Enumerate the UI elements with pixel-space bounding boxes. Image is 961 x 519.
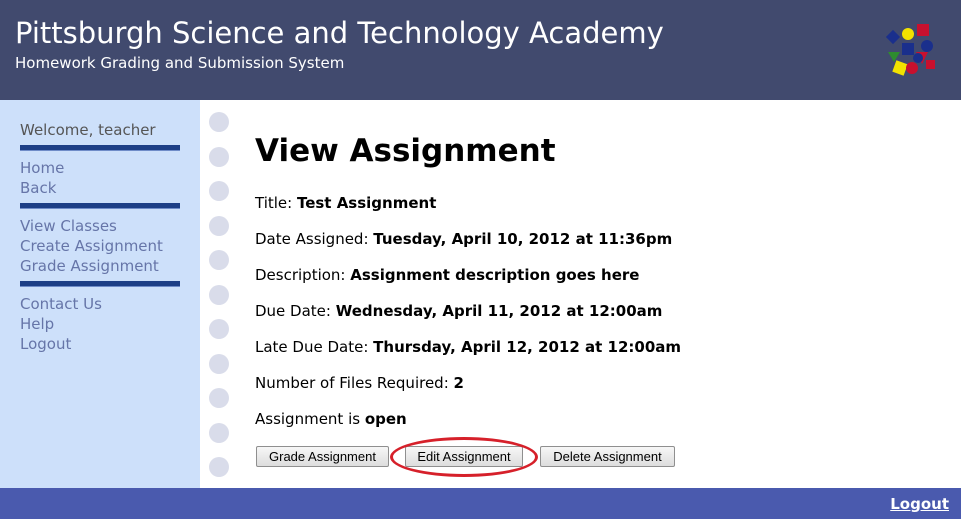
sidebar-divider <box>20 281 180 287</box>
files-required-field: Number of Files Required: 2 <box>255 373 464 393</box>
field-label: Date Assigned: <box>255 230 374 248</box>
date-assigned-field: Date Assigned: Tuesday, April 10, 2012 a… <box>255 229 672 249</box>
shapes-logo-icon <box>885 24 935 76</box>
binder-hole <box>209 216 229 236</box>
main-content: View Assignment Title: Test Assignment D… <box>255 100 945 488</box>
sidebar-divider <box>20 145 180 151</box>
site-subtitle: Homework Grading and Submission System <box>15 54 345 72</box>
binder-hole <box>209 388 229 408</box>
site-footer: Logout <box>0 488 961 519</box>
binder-hole <box>209 250 229 270</box>
sidebar-item-contact-us[interactable]: Contact Us <box>20 294 102 314</box>
binder-hole <box>209 423 229 443</box>
sidebar-item-home[interactable]: Home <box>20 158 64 178</box>
site-title: Pittsburgh Science and Technology Academ… <box>15 16 664 50</box>
sidebar-item-back[interactable]: Back <box>20 178 56 198</box>
binder-hole <box>209 285 229 305</box>
welcome-message: Welcome, teacher <box>20 121 156 139</box>
sidebar-item-view-classes[interactable]: View Classes <box>20 216 117 236</box>
field-label: Due Date: <box>255 302 336 320</box>
binder-hole <box>209 457 229 477</box>
sidebar-item-create-assignment[interactable]: Create Assignment <box>20 236 163 256</box>
binder-hole <box>209 354 229 374</box>
assignment-title-field: Title: Test Assignment <box>255 193 436 213</box>
late-due-date-field: Late Due Date: Thursday, April 12, 2012 … <box>255 337 681 357</box>
notebook-spine <box>200 100 240 488</box>
field-value: 2 <box>453 374 464 392</box>
binder-hole <box>209 319 229 339</box>
field-label: Number of Files Required: <box>255 374 454 392</box>
field-value: Assignment description goes here <box>350 266 640 284</box>
site-header: Pittsburgh Science and Technology Academ… <box>0 0 961 100</box>
assignment-status-field: Assignment is open <box>255 409 407 429</box>
field-label: Assignment is <box>255 410 365 428</box>
field-label: Description: <box>255 266 351 284</box>
field-label: Late Due Date: <box>255 338 374 356</box>
field-value: Test Assignment <box>296 194 437 212</box>
edit-assignment-button[interactable]: Edit Assignment <box>405 446 523 467</box>
sidebar-item-logout[interactable]: Logout <box>20 334 71 354</box>
binder-hole <box>209 112 229 132</box>
field-value: Wednesday, April 11, 2012 at 12:00am <box>335 302 663 320</box>
delete-assignment-button[interactable]: Delete Assignment <box>540 446 675 467</box>
sidebar-item-help[interactable]: Help <box>20 314 54 334</box>
grade-assignment-button[interactable]: Grade Assignment <box>256 446 389 467</box>
status-value: open <box>364 410 407 428</box>
page-title: View Assignment <box>255 133 556 169</box>
due-date-field: Due Date: Wednesday, April 11, 2012 at 1… <box>255 301 662 321</box>
binder-hole <box>209 147 229 167</box>
footer-logout-link[interactable]: Logout <box>890 495 949 513</box>
field-label: Title: <box>255 194 297 212</box>
description-field: Description: Assignment description goes… <box>255 265 639 285</box>
sidebar-divider <box>20 203 180 209</box>
field-value: Thursday, April 12, 2012 at 12:00am <box>373 338 682 356</box>
sidebar-item-grade-assignment[interactable]: Grade Assignment <box>20 256 159 276</box>
field-value: Tuesday, April 10, 2012 at 11:36pm <box>373 230 673 248</box>
sidebar-nav: Welcome, teacher Home Back View Classes … <box>0 100 200 488</box>
binder-hole <box>209 181 229 201</box>
